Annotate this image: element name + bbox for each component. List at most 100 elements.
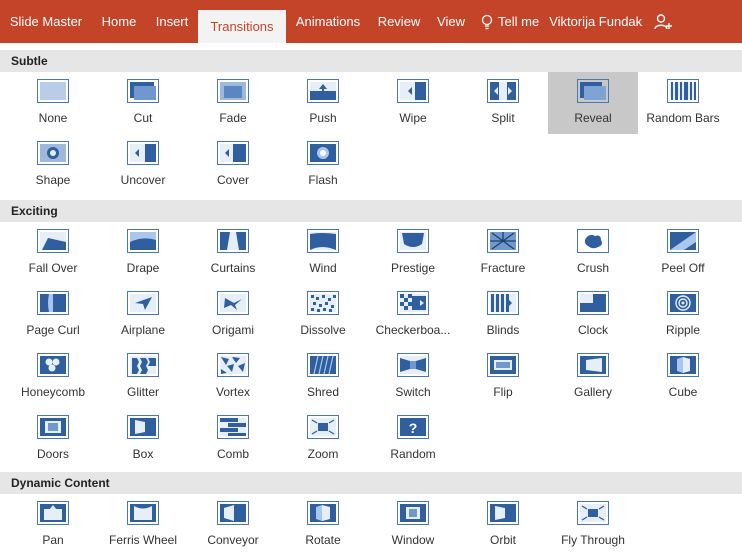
transition-label: Glitter [126, 385, 159, 399]
dynamic-content-gallery: Pan Ferris Wheel Conveyor Rotate Window Orbit… [8, 494, 728, 556]
transition-honeycomb[interactable]: Honeycomb [8, 346, 98, 408]
tab-transitions[interactable]: Transitions [198, 10, 286, 43]
subtle-gallery: None Cut Fade Push Wipe Split Reveal Random Bar… [8, 72, 728, 196]
transition-glitter[interactable]: Glitter [98, 346, 188, 408]
transition-comb[interactable]: Comb [188, 408, 278, 470]
tell-me-search[interactable]: Tell me [474, 0, 539, 43]
transition-label: Prestige [390, 261, 436, 275]
transition-flash[interactable]: Flash [278, 134, 368, 196]
transition-ripple[interactable]: Ripple [638, 284, 728, 346]
tab-insert[interactable]: Insert [146, 0, 198, 43]
conveyor-transition-icon [217, 501, 249, 525]
transition-cut[interactable]: Cut [98, 72, 188, 134]
transition-gallery[interactable]: Gallery [548, 346, 638, 408]
transition-label: Wipe [399, 111, 427, 125]
transition-pan[interactable]: Pan [8, 494, 98, 556]
transition-shred[interactable]: Shred [278, 346, 368, 408]
transition-orbit[interactable]: Orbit [458, 494, 548, 556]
transition-label: Drape [126, 261, 160, 275]
crush-transition-icon [577, 229, 609, 253]
tab-slide-master[interactable]: Slide Master [0, 0, 92, 43]
none-transition-icon [37, 79, 69, 103]
transition-switch[interactable]: Switch [368, 346, 458, 408]
cut-transition-icon [127, 79, 159, 103]
transition-fade[interactable]: Fade [188, 72, 278, 134]
transition-label: Honeycomb [20, 385, 86, 399]
transition-fracture[interactable]: Fracture [458, 222, 548, 284]
transition-vortex[interactable]: Vortex [188, 346, 278, 408]
transition-label: Comb [216, 447, 249, 461]
transition-label: Shape [35, 173, 71, 187]
transition-airplane[interactable]: Airplane [98, 284, 188, 346]
transition-prestige[interactable]: Prestige [368, 222, 458, 284]
blinds-transition-icon [487, 291, 519, 315]
transition-ferris-wheel[interactable]: Ferris Wheel [98, 494, 188, 556]
transition-dissolve[interactable]: Dissolve [278, 284, 368, 346]
cube-transition-icon [667, 353, 699, 377]
transition-random[interactable]: ? Random [368, 408, 458, 470]
zoom-transition-icon [307, 415, 339, 439]
transition-label: Clock [577, 323, 608, 337]
transition-wipe[interactable]: Wipe [368, 72, 458, 134]
comb-transition-icon [217, 415, 249, 439]
tab-view[interactable]: View [428, 0, 474, 43]
transition-window[interactable]: Window [368, 494, 458, 556]
transition-peel-off[interactable]: Peel Off [638, 222, 728, 284]
transition-push[interactable]: Push [278, 72, 368, 134]
tab-animations[interactable]: Animations [286, 0, 370, 43]
transition-label: Cube [668, 385, 698, 399]
flip-transition-icon [487, 353, 519, 377]
transition-split[interactable]: Split [458, 72, 548, 134]
transition-reveal[interactable]: Reveal [548, 72, 638, 134]
transition-origami[interactable]: Origami [188, 284, 278, 346]
transition-crush[interactable]: Crush [548, 222, 638, 284]
random-bars-transition-icon [667, 79, 699, 103]
transition-uncover[interactable]: Uncover [98, 134, 188, 196]
transition-wind[interactable]: Wind [278, 222, 368, 284]
transition-clock[interactable]: Clock [548, 284, 638, 346]
shape-transition-icon [37, 141, 69, 165]
transition-shape[interactable]: Shape [8, 134, 98, 196]
tab-home[interactable]: Home [92, 0, 146, 43]
transition-rotate[interactable]: Rotate [278, 494, 368, 556]
transition-zoom[interactable]: Zoom [278, 408, 368, 470]
transition-cover[interactable]: Cover [188, 134, 278, 196]
transition-label: Curtains [210, 261, 256, 275]
ferris-wheel-transition-icon [127, 501, 159, 525]
ribbon-tab-bar: Slide Master Home Insert Transitions Ani… [0, 0, 742, 43]
tab-review[interactable]: Review [370, 0, 428, 43]
transition-label: Split [491, 111, 515, 125]
transition-checkerboard[interactable]: Checkerboa... [368, 284, 458, 346]
transition-label: Peel Off [661, 261, 705, 275]
uncover-transition-icon [127, 141, 159, 165]
transition-fly-through[interactable]: Fly Through [548, 494, 638, 556]
transition-cube[interactable]: Cube [638, 346, 728, 408]
reveal-transition-icon [577, 79, 609, 103]
transition-label: Page Curl [26, 323, 80, 337]
exciting-gallery: Fall Over Drape Curtains Wind Prestige Fractu… [8, 222, 728, 470]
fall-over-transition-icon [37, 229, 69, 253]
transition-label: Shred [306, 385, 340, 399]
ripple-transition-icon [667, 291, 699, 315]
transition-conveyor[interactable]: Conveyor [188, 494, 278, 556]
transition-label: Zoom [307, 447, 339, 461]
share-person-icon[interactable] [654, 13, 673, 31]
transition-blinds[interactable]: Blinds [458, 284, 548, 346]
transition-label: Ferris Wheel [108, 533, 177, 547]
drape-transition-icon [127, 229, 159, 253]
transition-flip[interactable]: Flip [458, 346, 548, 408]
page-curl-transition-icon [37, 291, 69, 315]
user-name[interactable]: Viktorija Fundak [549, 0, 642, 43]
transition-box[interactable]: Box [98, 408, 188, 470]
transition-random-bars[interactable]: Random Bars [638, 72, 728, 134]
transition-label: Blinds [486, 323, 520, 337]
transition-curtains[interactable]: Curtains [188, 222, 278, 284]
transition-fall-over[interactable]: Fall Over [8, 222, 98, 284]
transition-page-curl[interactable]: Page Curl [8, 284, 98, 346]
window-transition-icon [397, 501, 429, 525]
transition-drape[interactable]: Drape [98, 222, 188, 284]
transition-label: Cut [133, 111, 153, 125]
transition-label: Wind [309, 261, 337, 275]
transition-doors[interactable]: Doors [8, 408, 98, 470]
transition-none[interactable]: None [8, 72, 98, 134]
